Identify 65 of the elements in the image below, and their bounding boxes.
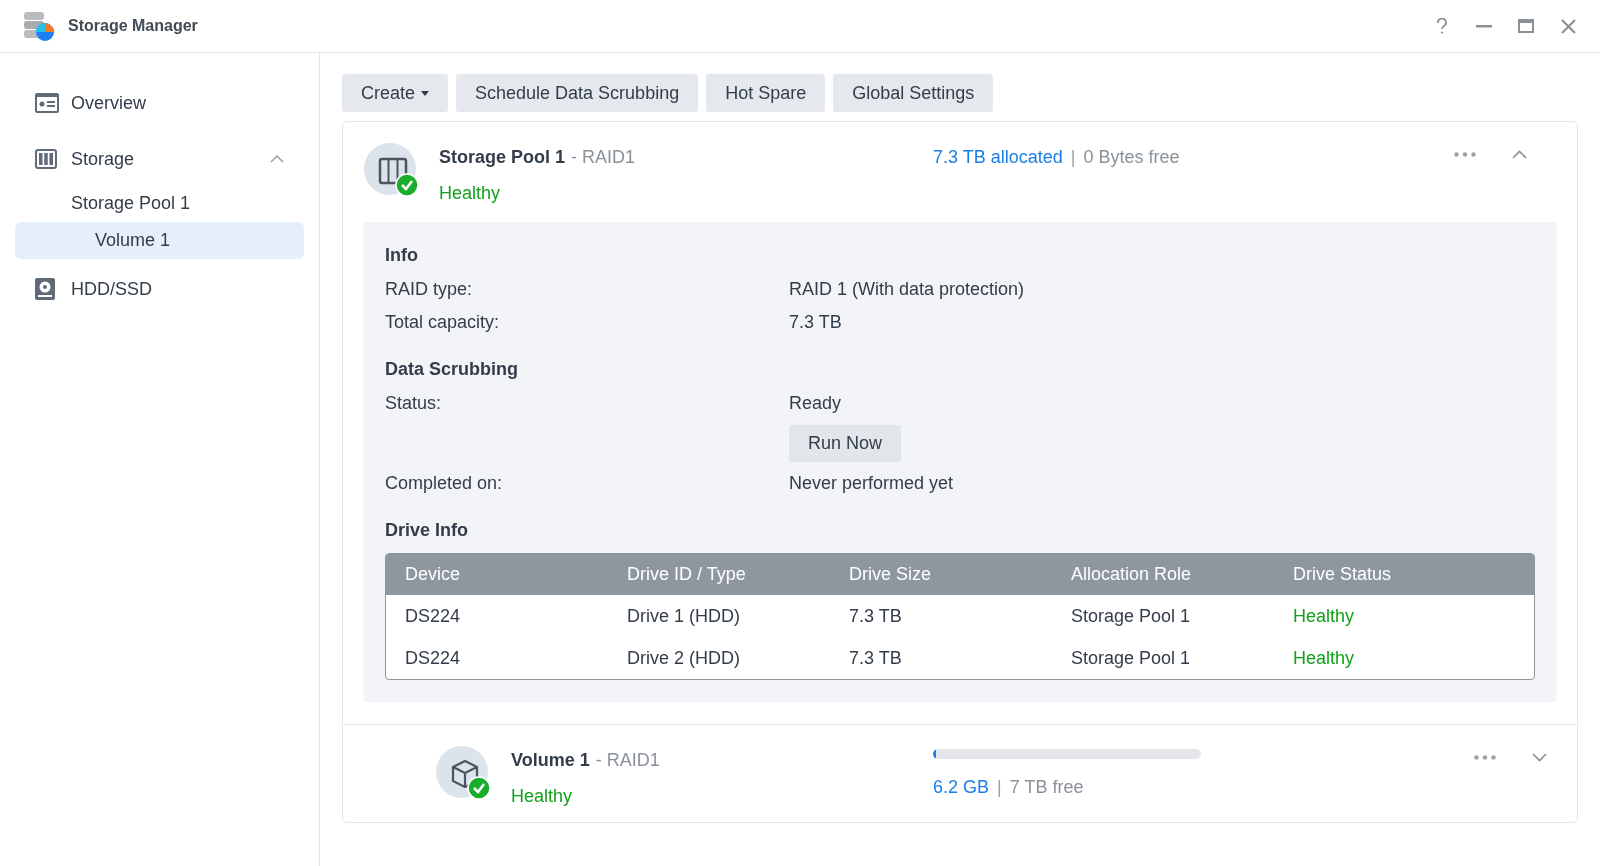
free-space: 0 Bytes free <box>1083 146 1180 169</box>
raid-level: - RAID1 <box>595 749 660 772</box>
app-logo-icon <box>22 10 56 42</box>
table-cell-text: Healthy <box>1293 604 1356 628</box>
table-cell-text: Drive 2 (HDD) <box>627 646 741 670</box>
pool-name: Storage Pool 1 <box>439 146 566 169</box>
column-header: Device <box>405 563 462 586</box>
toolbar-button[interactable]: Schedule Data Scrubbing <box>456 74 699 112</box>
section-heading: Drive Info <box>385 519 468 542</box>
separator: | <box>1070 146 1076 169</box>
sidebar-item[interactable]: Storage <box>15 139 304 179</box>
field-value: Ready <box>789 392 842 415</box>
table-cell-text: Healthy <box>1293 646 1356 670</box>
field-label: Status: <box>385 392 443 415</box>
minimize-icon <box>1476 24 1492 28</box>
maximize-button[interactable] <box>1516 16 1536 36</box>
table-cell-text: DS224 <box>405 646 462 670</box>
cube-status-icon <box>435 745 491 801</box>
chevron-up-icon[interactable] <box>1512 150 1527 159</box>
field-value: RAID 1 (With data protection) <box>789 278 1025 301</box>
sidebar-item[interactable]: Storage Pool 1 <box>15 185 304 222</box>
table-cell-text: Storage Pool 1 <box>1071 646 1192 670</box>
help-icon <box>1436 18 1448 34</box>
section-heading: Info <box>385 244 418 267</box>
window-title: Storage Manager <box>68 16 198 36</box>
allocated-link[interactable]: 7.3 TB allocated <box>933 144 1063 171</box>
id-card-icon <box>35 93 59 113</box>
maximize-icon <box>1518 19 1534 33</box>
column-header: Drive ID / Type <box>627 563 747 586</box>
used-space-link[interactable]: 6.2 GB <box>933 774 990 801</box>
chevron-up-icon[interactable] <box>270 155 284 163</box>
drive-bays-status-icon <box>363 142 419 198</box>
more-icon[interactable] <box>1454 152 1476 157</box>
toolbar-button[interactable]: Hot Spare <box>706 74 826 112</box>
table-cell-text: 7.3 TB <box>849 604 903 628</box>
chevron-down-icon[interactable] <box>1532 753 1547 762</box>
field-value: Never performed yet <box>789 472 954 495</box>
field-label: RAID type: <box>385 278 474 301</box>
more-icon[interactable] <box>1474 755 1496 760</box>
column-header: Drive Status <box>1293 563 1393 586</box>
sidebar-item[interactable]: Overview <box>15 83 304 123</box>
section-heading: Data Scrubbing <box>385 358 518 381</box>
table-cell-text: 7.3 TB <box>849 646 903 670</box>
toolbar-button[interactable]: Global Settings <box>833 74 994 112</box>
table-cell-text: DS224 <box>405 604 462 628</box>
field-value: 7.3 TB <box>789 311 842 334</box>
status-text: Healthy <box>511 785 573 808</box>
field-label: Total capacity: <box>385 311 501 334</box>
column-header: Drive Size <box>849 563 933 586</box>
raid-level: - RAID1 <box>571 146 636 169</box>
volume-name: Volume 1 <box>511 749 590 772</box>
drive-bays-icon <box>35 149 57 169</box>
separator: | <box>997 776 1002 799</box>
field-label: Completed on: <box>385 472 504 495</box>
run-now-button[interactable]: Run Now <box>789 425 902 462</box>
table-cell-text: Storage Pool 1 <box>1071 604 1192 628</box>
free-space: 7 TB free <box>1009 776 1084 799</box>
sidebar-item[interactable]: Volume 1 <box>15 222 304 259</box>
toolbar-button[interactable]: Create <box>342 74 449 112</box>
close-icon <box>1560 18 1576 34</box>
table-cell-text: Drive 1 (HDD) <box>627 604 741 628</box>
column-header: Allocation Role <box>1071 563 1193 586</box>
status-text: Healthy <box>439 182 501 205</box>
sidebar-item[interactable]: HDD/SSD <box>15 269 304 309</box>
close-button[interactable] <box>1558 16 1578 36</box>
